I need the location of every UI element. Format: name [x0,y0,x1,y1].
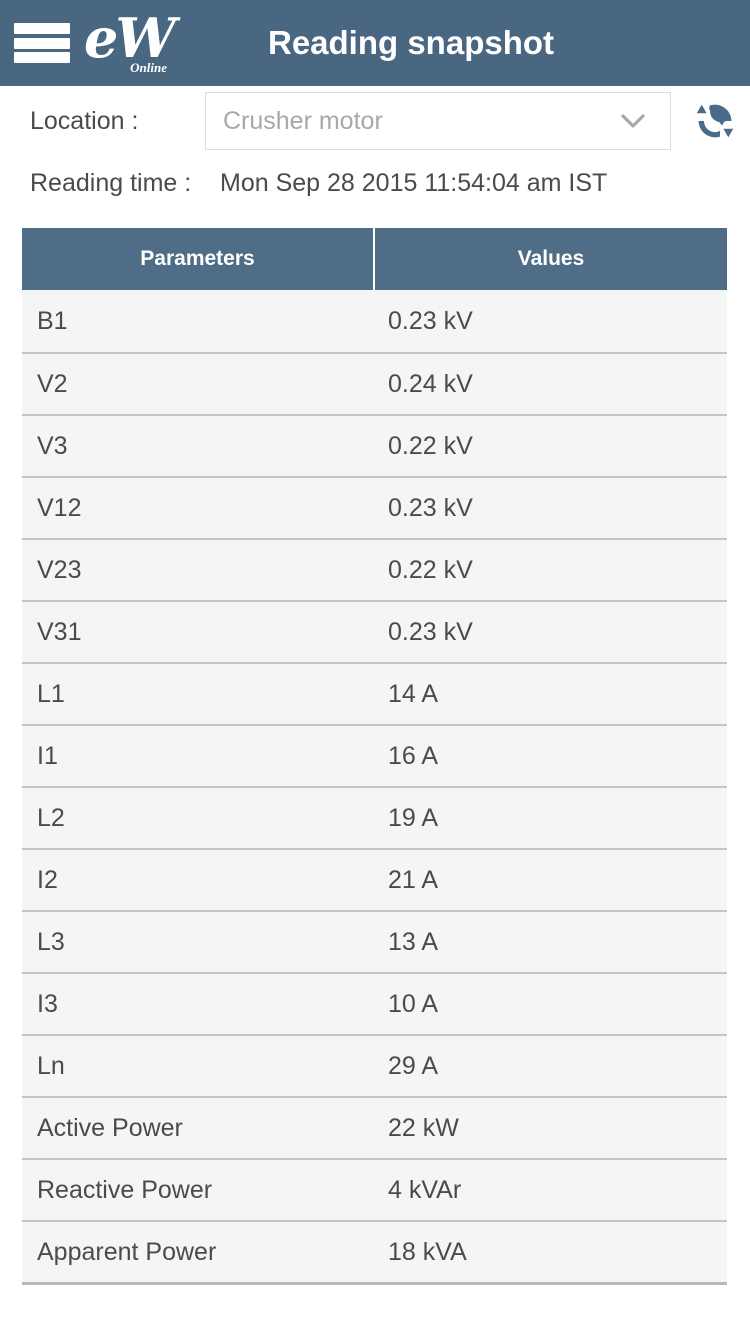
hamburger-bar [14,52,70,63]
cell-value: 0.22 kV [388,431,473,460]
location-select[interactable]: Crusher motor [205,92,671,150]
cell-parameter: L2 [37,803,65,832]
column-header-parameters: Parameters [22,228,375,290]
logo-wordmark: eW [84,6,176,70]
reading-time-value: Mon Sep 28 2015 11:54:04 am IST [220,168,608,197]
table-row: Ln 29 A [22,1034,727,1096]
cell-value: 22 kW [388,1113,459,1142]
cell-value: 18 kVA [388,1237,467,1266]
cell-parameter: Reactive Power [37,1175,213,1204]
column-header-values: Values [517,247,585,270]
cell-parameter: Active Power [37,1113,183,1142]
cell-parameter: I3 [37,989,58,1018]
hamburger-menu-icon[interactable] [14,20,70,66]
table-row: Active Power 22 kW [22,1096,727,1158]
cell-value: 0.23 kV [388,617,473,646]
table-row: I2 21 A [22,848,727,910]
app-header: eW Online Reading snapshot [0,0,750,86]
page-title: Reading snapshot [267,24,555,61]
table-row: L2 19 A [22,786,727,848]
cell-parameter: V2 [37,369,68,398]
cell-value: 10 A [388,989,439,1018]
table-row: Apparent Power 18 kVA [22,1220,727,1282]
cell-parameter: L1 [37,679,65,708]
cell-value: 19 A [388,803,439,832]
cell-value: 4 kVAr [388,1175,462,1204]
reading-time-label: Reading time : [30,168,192,197]
table-row: V2 0.24 kV [22,352,727,414]
cell-value: 0.23 kV [388,306,473,335]
location-row: Location : Crusher motor [0,86,750,156]
cell-value: 21 A [388,865,439,894]
refresh-icon[interactable] [693,99,737,143]
cell-value: 16 A [388,741,439,770]
table-row: V12 0.23 kV [22,476,727,538]
cell-parameter: V31 [37,617,82,646]
cell-parameter: Ln [37,1051,65,1080]
table-row: I1 16 A [22,724,727,786]
logo-subtext: Online [130,60,167,75]
cell-value: 0.23 kV [388,493,473,522]
table-row: Reactive Power 4 kVAr [22,1158,727,1220]
location-select-value: Crusher motor [223,106,383,135]
ew-online-logo[interactable]: eW Online [84,9,176,75]
cell-parameter: V12 [37,493,82,522]
cell-value: 14 A [388,679,439,708]
reading-snapshot-screen: eW Online Reading snapshot Location : Cr… [0,0,750,1334]
cell-parameter: Apparent Power [37,1237,217,1266]
cell-parameter: I2 [37,865,58,894]
cell-parameter: V23 [37,555,82,584]
table-row: V31 0.23 kV [22,600,727,662]
cell-value: 0.24 kV [388,369,473,398]
chevron-down-icon[interactable] [616,104,650,138]
location-label: Location : [30,106,139,135]
table-body: B1 0.23 kV V2 0.24 kV V3 0.22 kV V12 0.23 kV V23… [22,290,727,1282]
cell-value: 0.22 kV [388,555,473,584]
cell-value: 29 A [388,1051,439,1080]
reading-time-row: Reading time : Mon Sep 28 2015 11:54:04 … [0,156,750,210]
table-row: V23 0.22 kV [22,538,727,600]
cell-parameter: L3 [37,927,65,956]
table-row: B1 0.23 kV [22,290,727,352]
table-header-row: Parameters Values [22,228,727,290]
cell-value: 13 A [388,927,439,956]
cell-parameter: B1 [37,306,68,335]
table-row: L3 13 A [22,910,727,972]
filter-panel: Location : Crusher motor Reading time: … [0,86,750,210]
table-row: V3 0.22 kV [22,414,727,476]
table-row: I3 10 A [22,972,727,1034]
table-row: L1 14 A [22,662,727,724]
cell-parameter: V3 [37,431,68,460]
hamburger-bar [14,23,70,34]
hamburger-bar [14,37,70,49]
cell-parameter: I1 [37,741,58,770]
readings-table: Parameters Values B1 0.23 kV V2 0.24 kV V3 0.… [22,228,727,1285]
